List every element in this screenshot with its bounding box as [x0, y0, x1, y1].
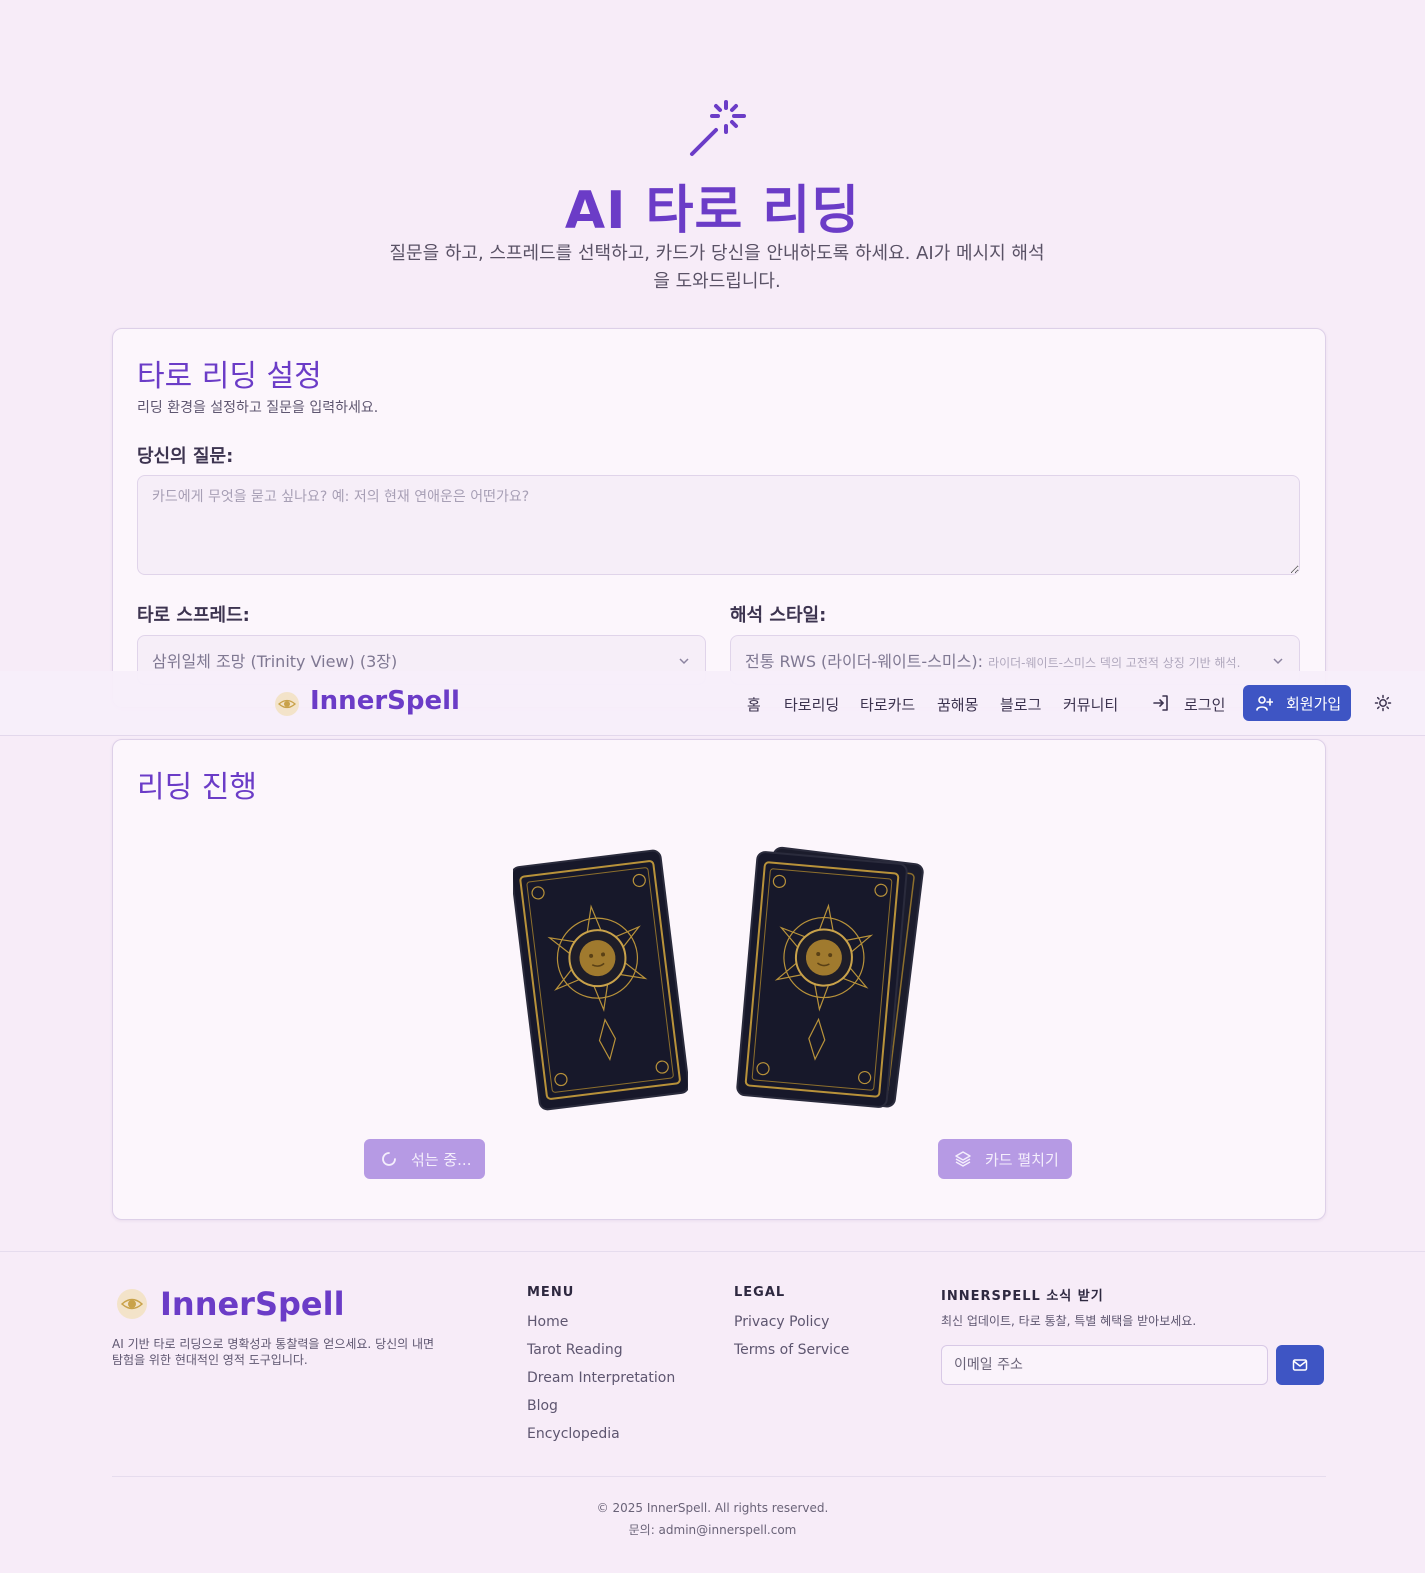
hero-section: AI 타로 리딩 질문을 하고, 스프레드를 선택하고, 카드가 당신을 안내하… — [0, 0, 1425, 320]
question-textarea[interactable] — [137, 475, 1300, 575]
footer-link-home[interactable]: Home — [527, 1314, 568, 1330]
chevron-down-icon — [679, 658, 689, 665]
nav-home[interactable]: 홈 — [747, 694, 761, 715]
page-title: AI 타로 리딩 — [564, 181, 861, 241]
tarot-deck[interactable] — [733, 844, 928, 1116]
newsletter-submit-button[interactable] — [1276, 1345, 1324, 1385]
top-navbar: InnerSpell 홈 타로리딩 타로카드 꿈해몽 블로그 커뮤니티 로그인 … — [0, 671, 1425, 736]
interpretation-style-label: 해석 스타일: — [730, 605, 827, 626]
footer-link-dream[interactable]: Dream Interpretation — [527, 1370, 675, 1386]
style-selected-value: 전통 RWS (라이더-웨이트-스미스): — [745, 652, 983, 671]
question-label: 당신의 질문: — [137, 446, 234, 467]
nav-blog[interactable]: 블로그 — [1000, 694, 1041, 715]
footer-legal-heading: LEGAL — [734, 1285, 786, 1300]
logo-eye-icon[interactable] — [274, 691, 300, 717]
shuffle-button[interactable]: 섞는 중... — [364, 1139, 485, 1179]
mail-icon — [1292, 1359, 1308, 1371]
footer-divider — [112, 1476, 1326, 1477]
footer-menu-heading: MENU — [527, 1285, 575, 1300]
reading-settings-card: 타로 리딩 설정 리딩 환경을 설정하고 질문을 입력하세요. 당신의 질문: … — [112, 328, 1326, 708]
reading-progress-card: 리딩 진행 섞는 중... 카드 펼치기 — [112, 739, 1326, 1220]
footer-brand-name: InnerSpell — [160, 1285, 345, 1323]
logo-eye-icon — [117, 1289, 147, 1319]
tarot-card-back[interactable] — [513, 844, 688, 1114]
loader-icon — [382, 1152, 396, 1166]
spread-cards-button-label: 카드 펼치기 — [985, 1151, 1059, 1169]
footer-link-privacy[interactable]: Privacy Policy — [734, 1314, 829, 1330]
spread-label: 타로 스프레드: — [137, 605, 250, 626]
footer-description: AI 기반 타로 리딩으로 명확성과 통찰력을 얻으세요. 당신의 내면 탐험을… — [112, 1337, 435, 1367]
page-subtitle: 질문을 하고, 스프레드를 선택하고, 카드가 당신을 안내하도록 하세요. A… — [389, 243, 1045, 292]
nav-dream[interactable]: 꿈해몽 — [937, 694, 978, 715]
brand-name[interactable]: InnerSpell — [310, 686, 460, 716]
nav-tarot-reading[interactable]: 타로리딩 — [784, 694, 839, 715]
nav-tarot-cards[interactable]: 타로카드 — [860, 694, 915, 715]
footer-link-encyclopedia[interactable]: Encyclopedia — [527, 1426, 620, 1442]
login-link[interactable]: 로그인 — [1184, 694, 1225, 715]
signup-button-label: 회원가입 — [1286, 695, 1342, 713]
layers-icon — [955, 1151, 971, 1167]
footer-link-terms[interactable]: Terms of Service — [734, 1342, 849, 1358]
footer-link-blog[interactable]: Blog — [527, 1398, 558, 1414]
newsletter-email-input[interactable] — [941, 1345, 1268, 1385]
shuffle-button-label: 섞는 중... — [411, 1151, 472, 1169]
user-plus-icon — [1256, 696, 1273, 711]
settings-description: 리딩 환경을 설정하고 질문을 입력하세요. — [137, 400, 379, 416]
sun-icon[interactable] — [1374, 694, 1392, 712]
spread-selected-value: 삼위일체 조망 (Trinity View) (3장) — [152, 652, 398, 671]
style-selected-description: 라이더-웨이트-스미스 덱의 고전적 상징 기반 해석. — [988, 656, 1241, 670]
copyright-text: © 2025 InnerSpell. All rights reserved. — [596, 1501, 829, 1515]
contact-email[interactable]: 문의: admin@innerspell.com — [0, 1521, 1425, 1538]
magic-wand-icon — [690, 100, 746, 156]
spread-cards-button[interactable]: 카드 펼치기 — [938, 1139, 1072, 1179]
footer-link-tarot-reading[interactable]: Tarot Reading — [527, 1342, 623, 1358]
login-icon[interactable] — [1152, 694, 1170, 712]
settings-title: 타로 리딩 설정 — [137, 359, 322, 394]
chevron-down-icon — [1273, 658, 1283, 665]
site-footer: InnerSpell AI 기반 타로 리딩으로 명확성과 통찰력을 얻으세요.… — [0, 1251, 1425, 1573]
signup-button[interactable]: 회원가입 — [1243, 685, 1351, 721]
newsletter-description: 최신 업데이트, 타로 통찰, 특별 혜택을 받아보세요. — [941, 1314, 1197, 1328]
progress-title: 리딩 진행 — [137, 770, 257, 805]
newsletter-heading: INNERSPELL 소식 받기 — [941, 1289, 1104, 1304]
nav-community[interactable]: 커뮤니티 — [1063, 694, 1118, 715]
